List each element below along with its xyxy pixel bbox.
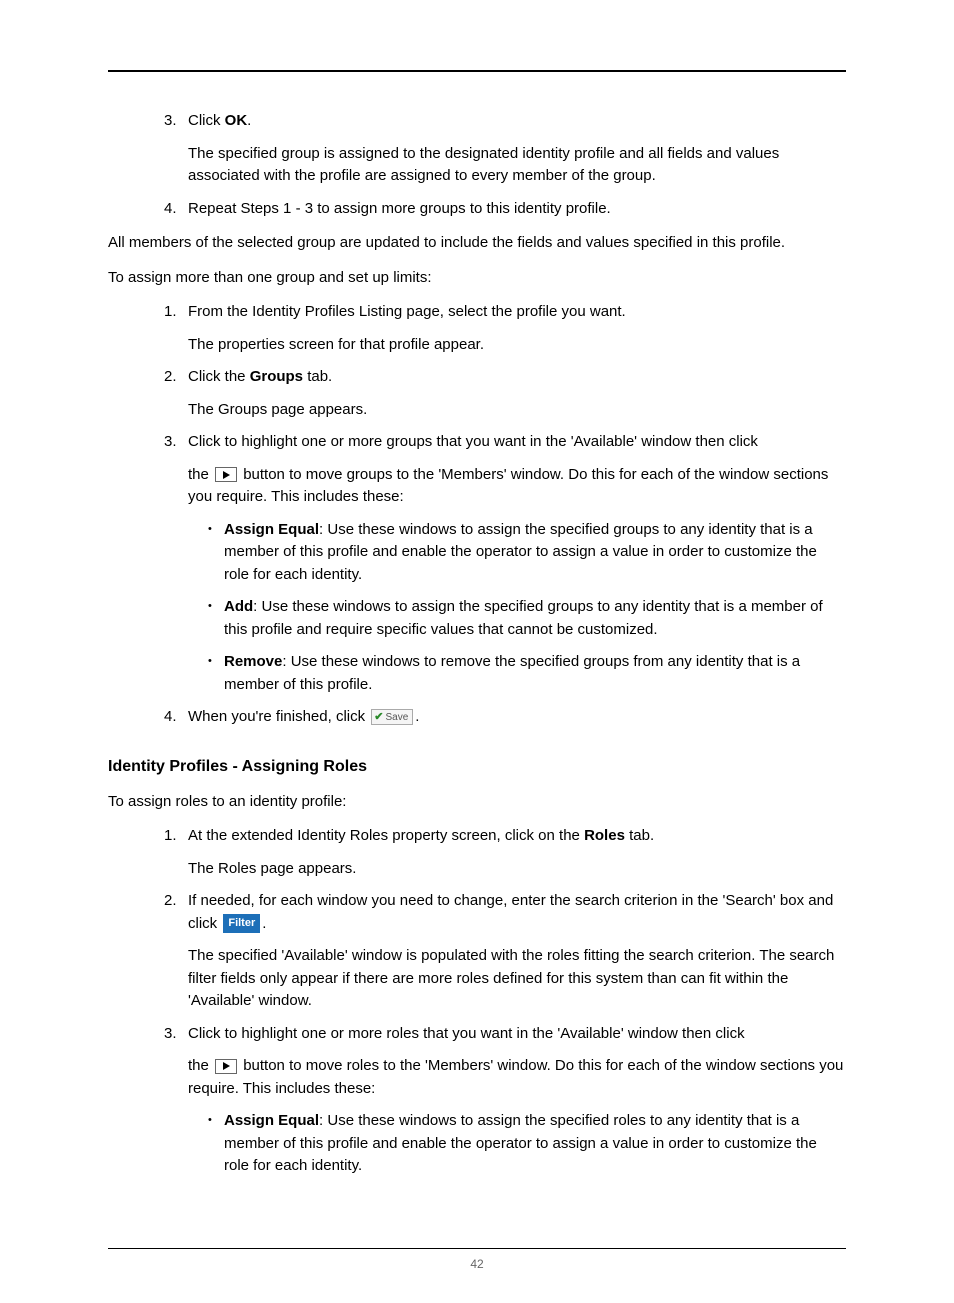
bullet-list: Assign Equal: Use these windows to assig… [188,1110,846,1178]
step-text: If needed, for each window you need to c… [188,892,833,932]
step-text: At the extended Identity Roles property … [188,827,654,844]
limits-steps-list: 1. From the Identity Profiles Listing pa… [108,301,846,729]
page-container: 3. Click OK. The specified group is assi… [0,0,954,1303]
remove-bold: Remove [224,653,282,670]
step-text-line1: Click to highlight one or more roles tha… [188,1025,745,1042]
step-2: 2. If needed, for each window you need t… [188,890,846,1013]
step-text: Repeat Steps 1 - 3 to assign more groups… [188,200,611,217]
ok-bold: OK [225,112,248,129]
roles-bold: Roles [584,827,625,844]
step-subtext: The Roles page appears. [188,858,846,881]
step-text: Click OK. [188,112,251,129]
roles-steps-list: 1. At the extended Identity Roles proper… [108,825,846,1178]
groups-bold: Groups [250,368,303,385]
step-subtext: The properties screen for that profile a… [188,334,846,357]
top-steps-list: 3. Click OK. The specified group is assi… [108,110,846,220]
step-subtext: The specified group is assigned to the d… [188,143,846,188]
step-3: 3. Click to highlight one or more groups… [188,431,846,696]
step-number: 3. [164,1023,177,1046]
save-button-icon: ✔Save [371,709,413,725]
step-number: 1. [164,301,177,324]
section-heading: Identity Profiles - Assigning Roles [108,755,846,779]
top-rule [108,70,846,72]
step-4: 4. Repeat Steps 1 - 3 to assign more gro… [188,198,846,221]
step-number: 3. [164,431,177,454]
paragraph: To assign more than one group and set up… [108,267,846,290]
step-number: 4. [164,198,177,221]
step-3: 3. Click OK. The specified group is assi… [188,110,846,188]
check-icon: ✔ [374,709,383,726]
step-number: 3. [164,110,177,133]
filter-button-icon: Filter [223,914,260,933]
bullet-list: Assign Equal: Use these windows to assig… [188,519,846,697]
assign-equal-bold: Assign Equal [224,1112,319,1129]
step-number: 2. [164,890,177,913]
paragraph: All members of the selected group are up… [108,232,846,255]
bottom-rule [108,1248,846,1249]
step-text-line1: Click to highlight one or more groups th… [188,433,758,450]
assign-equal-bold: Assign Equal [224,521,319,538]
move-right-icon [215,1059,237,1074]
move-right-icon [215,467,237,482]
step-text: From the Identity Profiles Listing page,… [188,303,626,320]
step-text: When you're finished, click ✔Save. [188,708,419,725]
add-bold: Add [224,598,253,615]
bullet-assign-equal: Assign Equal: Use these windows to assig… [224,519,846,587]
paragraph: To assign roles to an identity profile: [108,791,846,814]
step-4: 4. When you're finished, click ✔Save. [188,706,846,729]
step-3: 3. Click to highlight one or more roles … [188,1023,846,1178]
step-text-line2: the button to move roles to the 'Members… [188,1055,846,1100]
bullet-add: Add: Use these windows to assign the spe… [224,596,846,641]
step-subtext: The Groups page appears. [188,399,846,422]
bullet-remove: Remove: Use these windows to remove the … [224,651,846,696]
step-1: 1. From the Identity Profiles Listing pa… [188,301,846,356]
bullet-assign-equal: Assign Equal: Use these windows to assig… [224,1110,846,1178]
step-subtext: The specified 'Available' window is popu… [188,945,846,1013]
step-number: 2. [164,366,177,389]
step-number: 1. [164,825,177,848]
step-text-line2: the button to move groups to the 'Member… [188,464,846,509]
step-number: 4. [164,706,177,729]
page-number: 42 [108,1255,846,1273]
step-text: Click the Groups tab. [188,368,332,385]
step-2: 2. Click the Groups tab. The Groups page… [188,366,846,421]
step-1: 1. At the extended Identity Roles proper… [188,825,846,880]
